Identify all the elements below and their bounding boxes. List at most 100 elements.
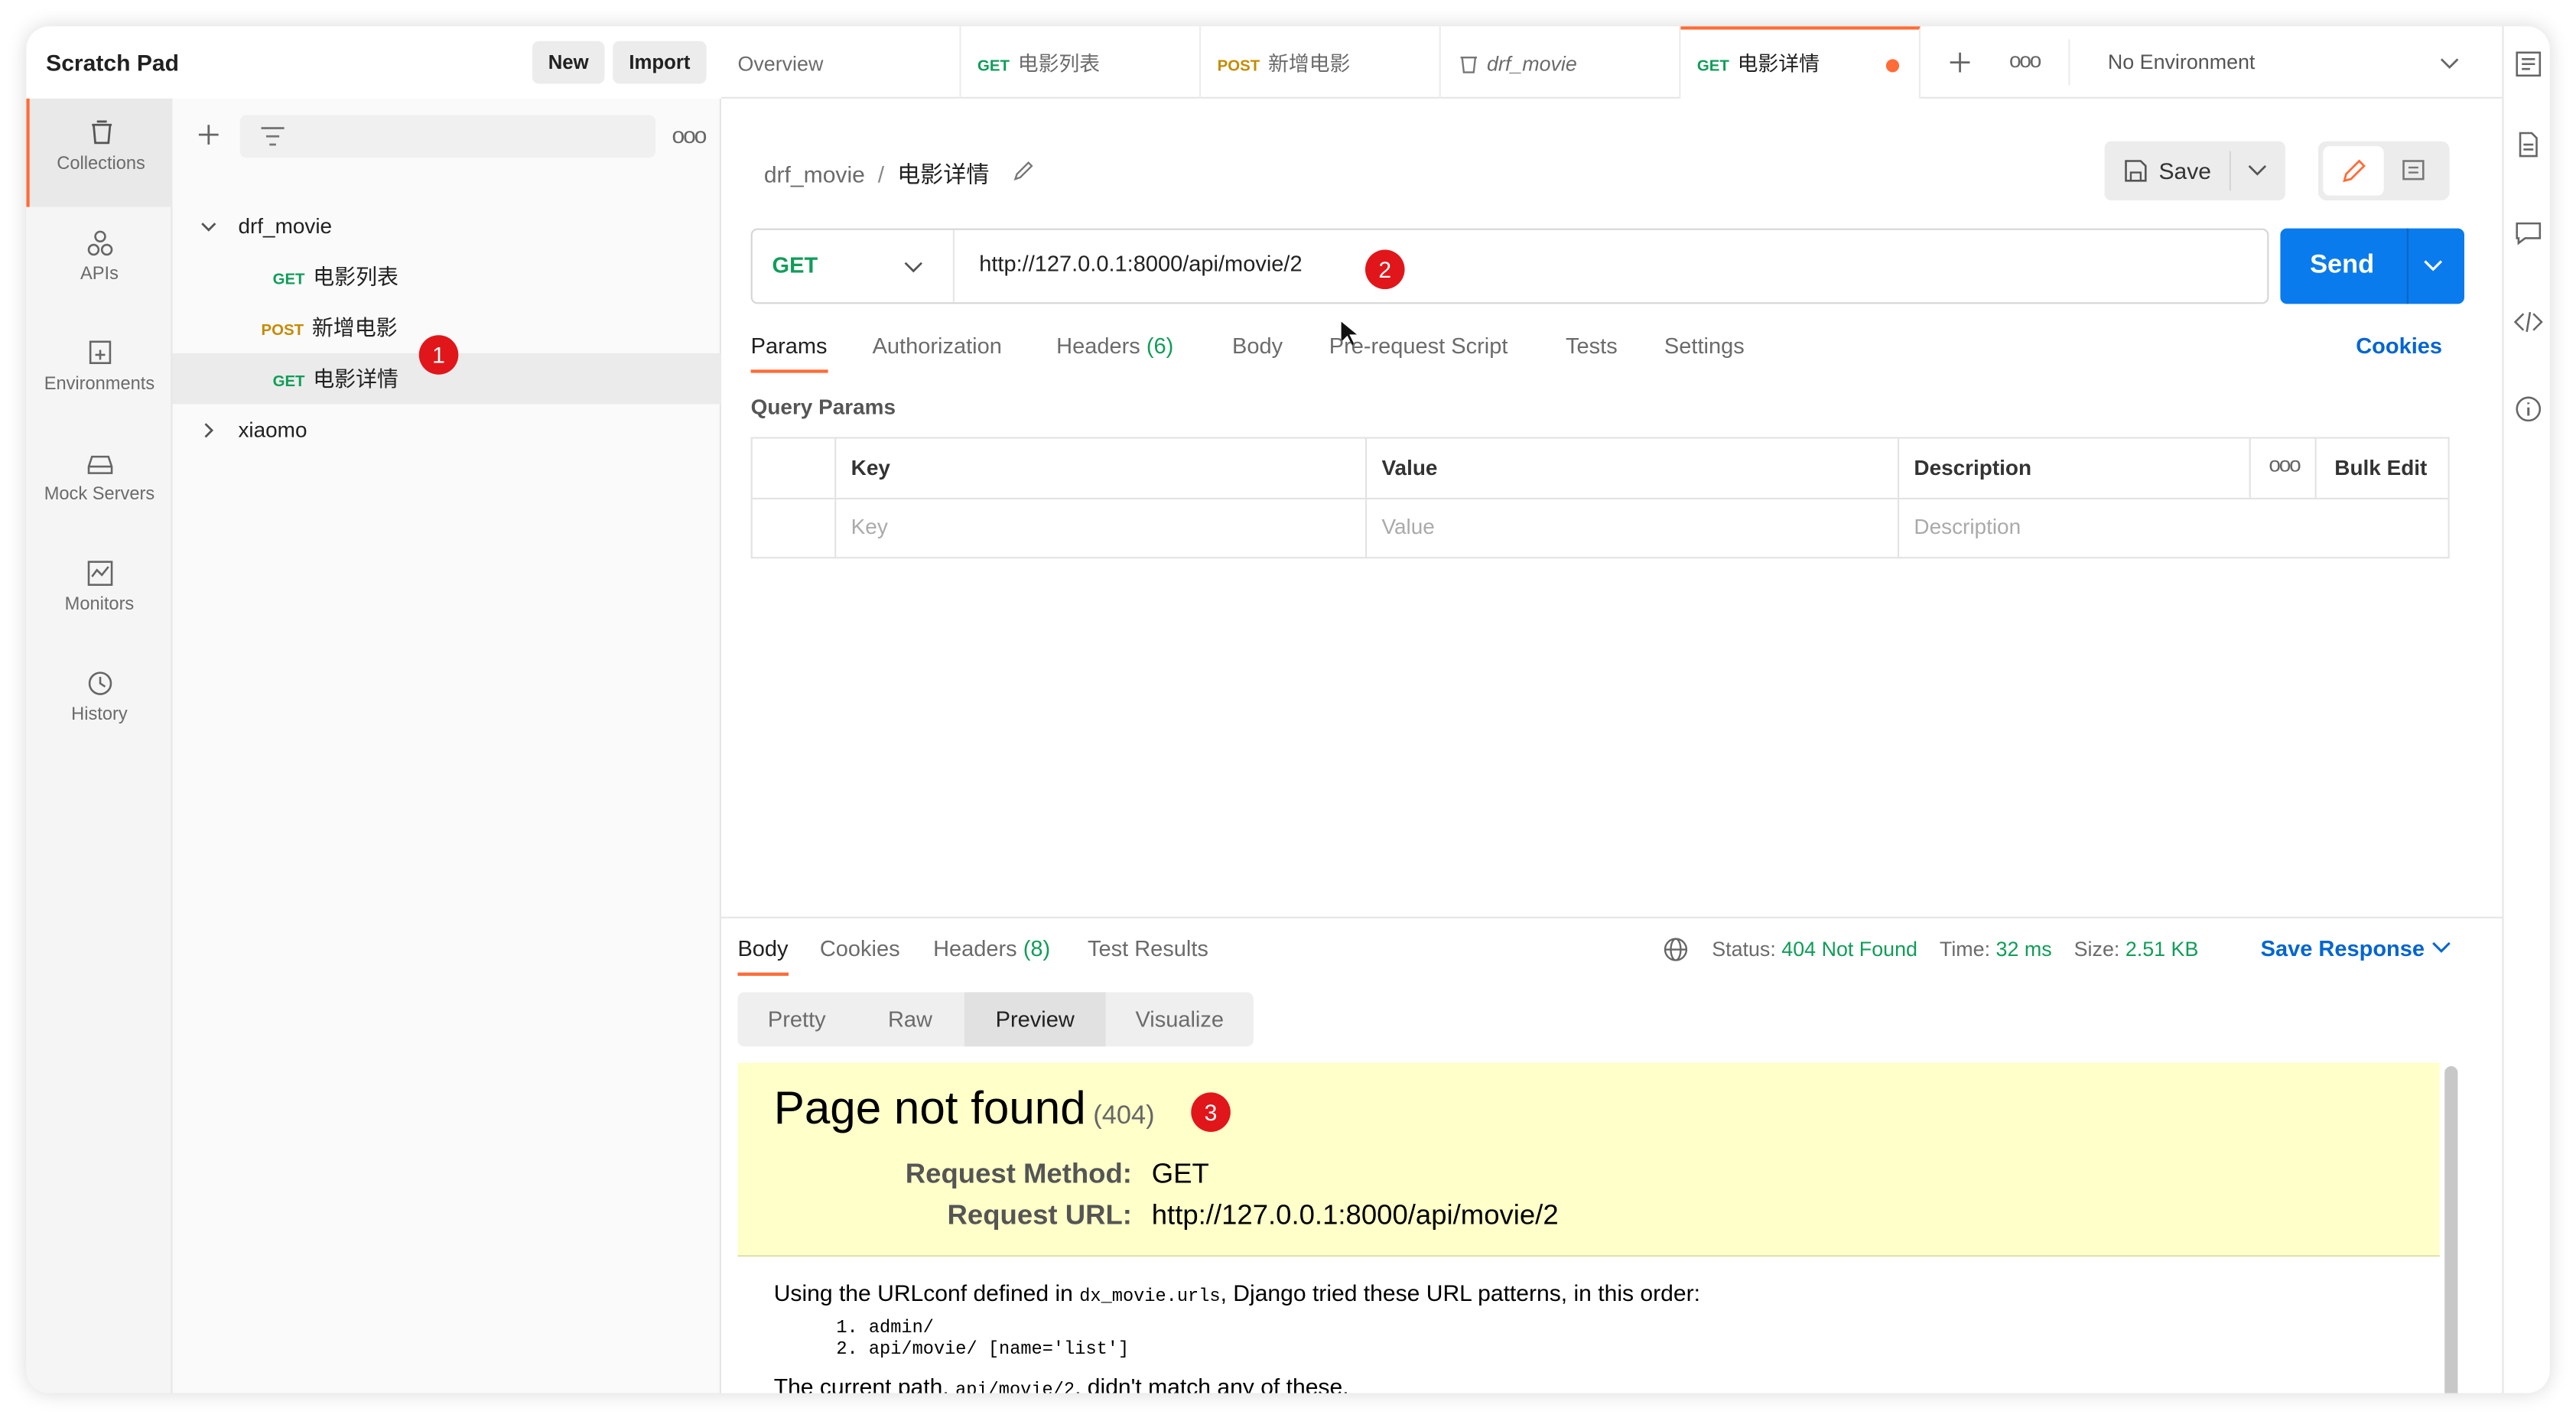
chevron-right-icon (204, 423, 214, 438)
collection-row-drf-movie[interactable]: drf_movie (173, 200, 721, 252)
size-value[interactable]: 2.51 KB (2126, 938, 2199, 961)
error-title: Page not found (773, 1082, 1086, 1134)
tab-label: 电影列表 (1017, 52, 1101, 76)
cookies-link[interactable]: Cookies (2356, 333, 2442, 358)
tab-headers[interactable]: Headers (6) (1056, 333, 1173, 358)
request-tab-bar: Overview GET 电影列表 POST 新增电影 drf_movie GET 电… (720, 26, 2503, 99)
tabs-more-icon[interactable]: ooo (2009, 47, 2041, 72)
pattern-item: 1. admin/ (836, 1319, 934, 1339)
rail-label-history: History (71, 704, 128, 725)
description-input[interactable]: Description (1914, 514, 2021, 538)
apis-icon (86, 230, 112, 256)
view-preview[interactable]: Preview (964, 992, 1106, 1047)
send-options-chevron-icon[interactable] (2423, 258, 2443, 274)
method-selector[interactable]: GET (753, 229, 955, 303)
tab-settings[interactable]: Settings (1664, 333, 1745, 358)
time-value[interactable]: 32 ms (1996, 938, 2052, 961)
add-collection-icon[interactable] (196, 122, 222, 148)
send-button-group: Send (2280, 228, 2464, 304)
collection-icon (1460, 56, 1478, 73)
column-header-value: Value (1381, 454, 1438, 480)
rail-history[interactable]: History (26, 649, 172, 757)
bulk-edit-link[interactable]: Bulk Edit (2334, 455, 2427, 480)
breadcrumb-collection[interactable]: drf_movie (764, 161, 865, 187)
preview-scrollbar[interactable] (2444, 1066, 2458, 1393)
filter-input[interactable] (239, 115, 656, 158)
right-context-rail (2502, 26, 2550, 1393)
save-response-label: Save Response (2260, 936, 2425, 961)
edit-mode-button[interactable] (2323, 146, 2384, 196)
tab-get-detail[interactable]: GET 电影详情 (1680, 26, 1921, 99)
comments-icon[interactable] (2513, 219, 2543, 249)
mock-servers-icon (86, 455, 112, 474)
send-button[interactable]: Send (2310, 252, 2374, 281)
request-row-list[interactable]: GET 电影列表 (173, 252, 721, 303)
rail-monitors[interactable]: Monitors (26, 539, 172, 648)
info-icon[interactable] (2513, 395, 2543, 424)
params-table: Key Value Description ooo Bulk Edit Key … (750, 437, 2450, 559)
new-tab-icon[interactable] (1947, 49, 1973, 75)
method-label: GET (272, 372, 305, 392)
column-header-description: Description (1914, 454, 2032, 480)
text: Using the URLconf defined in (773, 1280, 1073, 1306)
globe-icon[interactable] (1663, 936, 1689, 962)
rail-collections[interactable]: Collections (26, 98, 173, 207)
tab-get-list[interactable]: GET 电影列表 (961, 26, 1202, 99)
query-params-title: Query Params (750, 394, 896, 419)
rail-apis[interactable]: APIs (26, 209, 172, 317)
request-url-value: http://127.0.0.1:8000/api/movie/2 (1151, 1199, 1559, 1231)
col-divider (2249, 438, 2251, 498)
rail-environments[interactable]: Environments (26, 319, 172, 428)
save-response-button[interactable]: Save Response (2261, 936, 2451, 961)
response-tab-body[interactable]: Body (737, 936, 789, 976)
tab-tests[interactable]: Tests (1566, 333, 1618, 358)
collections-icon (91, 120, 111, 145)
headers-count: (8) (1023, 936, 1051, 961)
response-tab-cookies[interactable]: Cookies (820, 936, 900, 961)
rail-label-monitors: Monitors (64, 594, 135, 615)
breadcrumb-request: 电影详情 (897, 161, 990, 187)
view-visualize[interactable]: Visualize (1106, 992, 1254, 1046)
screenshot-root: Scratch Pad New Import Collections APIs … (0, 0, 2576, 1421)
tab-post-create[interactable]: POST 新增电影 (1201, 26, 1441, 99)
rail-mock-servers[interactable]: Mock Servers (26, 429, 172, 538)
table-more-icon[interactable]: ooo (2269, 452, 2301, 476)
tab-authorization[interactable]: Authorization (873, 333, 1002, 358)
response-tab-headers[interactable]: Headers (8) (933, 936, 1050, 961)
save-options-chevron-icon[interactable] (2247, 163, 2267, 179)
tab-pre-request-script[interactable]: Pre-request Script (1329, 333, 1508, 358)
request-method-label: Request Method: (905, 1158, 1132, 1190)
import-button[interactable]: Import (613, 41, 707, 84)
response-tab-test-results[interactable]: Test Results (1088, 936, 1208, 961)
value-input[interactable]: Value (1381, 514, 1434, 538)
breadcrumb: drf_movie / 电影详情 (764, 158, 990, 190)
chevron-down-icon (2440, 58, 2459, 70)
tab-params[interactable]: Params (750, 333, 828, 373)
environment-quicklook-icon[interactable] (2513, 49, 2543, 79)
new-button[interactable]: New (532, 41, 605, 84)
tab-collection-drf-movie[interactable]: drf_movie (1441, 26, 1681, 99)
collection-row-xiaomo[interactable]: xiaomo (173, 404, 721, 455)
save-button[interactable]: Save (2105, 141, 2230, 200)
annotation-badge-1: 1 (418, 335, 459, 375)
method-label: POST (261, 322, 304, 340)
view-raw[interactable]: Raw (856, 992, 964, 1046)
tab-overview[interactable]: Overview (721, 26, 961, 99)
status-value[interactable]: 404 Not Found (1781, 938, 1917, 961)
code-icon[interactable] (2513, 307, 2543, 337)
request-editor: drf_movie / 电影详情 Save GET http://127.0.0… (720, 99, 2503, 1393)
row-divider (752, 497, 2448, 499)
comment-mode-icon[interactable] (2400, 158, 2426, 184)
request-method-value: GET (1151, 1158, 1209, 1190)
url-input[interactable]: http://127.0.0.1:8000/api/movie/2 (979, 252, 1302, 276)
view-pretty[interactable]: Pretty (737, 992, 856, 1046)
tab-body[interactable]: Body (1232, 333, 1283, 358)
edit-pencil-icon[interactable] (1012, 159, 1035, 182)
key-input[interactable]: Key (851, 514, 888, 538)
collection-name: xiaomo (238, 417, 307, 442)
rail-label-environments: Environments (44, 374, 155, 395)
documentation-icon[interactable] (2513, 130, 2543, 160)
environment-selector[interactable]: No Environment (2068, 39, 2470, 86)
rail-label-collections: Collections (57, 154, 145, 174)
sidebar-more-icon[interactable]: ooo (672, 122, 707, 148)
